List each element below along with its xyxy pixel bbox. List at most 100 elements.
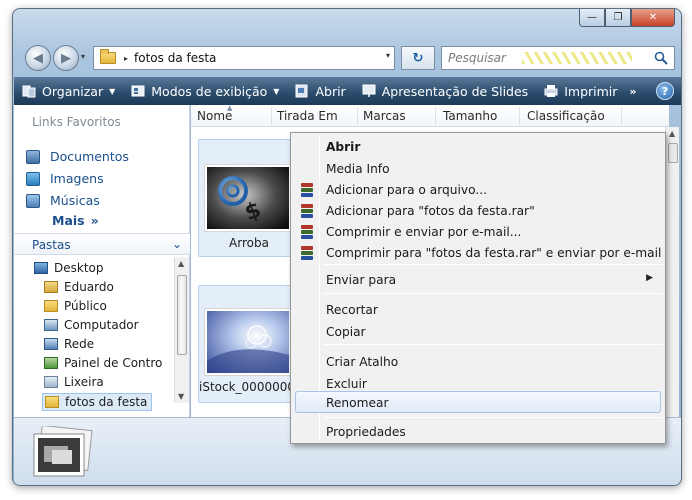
context-item-label: Copiar [326, 325, 366, 339]
organize-button[interactable]: Organizar ▼ [14, 77, 123, 105]
refresh-button[interactable]: ↻ [401, 46, 435, 70]
address-bar[interactable]: ▸ fotos da festa ▾ [93, 46, 395, 70]
chevron-down-icon: ▼ [109, 86, 116, 96]
breadcrumb-chevron-icon[interactable]: ▸ [124, 54, 128, 63]
forward-button[interactable]: ▶ [53, 45, 79, 71]
slideshow-button[interactable]: Apresentação de Slides [354, 77, 537, 105]
scroll-up-icon[interactable]: ▲ [178, 259, 184, 268]
chevron-down-icon: ⌄ [171, 237, 182, 251]
file-thumbnail [204, 308, 292, 376]
tree-item-eduardo[interactable]: Eduardo [44, 280, 114, 294]
open-icon [295, 84, 308, 98]
context-item-label: Adicionar para "fotos da festa.rar" [326, 204, 535, 218]
chevron-down-icon: ▼ [273, 86, 280, 96]
context-item-rename[interactable]: Renomear [295, 391, 661, 413]
print-button[interactable]: Imprimir [536, 77, 625, 105]
tree-item-desktop[interactable]: Desktop [34, 261, 104, 275]
scroll-up-icon[interactable]: ▲ [669, 129, 675, 138]
file-tile[interactable]: $ Arroba [198, 139, 300, 257]
help-icon[interactable]: ? [656, 82, 674, 100]
tree-item-label: fotos da festa [65, 395, 148, 409]
winrar-icon [299, 182, 315, 198]
sort-ascending-icon: ▲ [227, 104, 233, 112]
context-item-open[interactable]: Abrir [293, 136, 663, 158]
back-arrow-icon: ◀ [33, 50, 43, 66]
close-button[interactable]: ✕ [631, 9, 675, 27]
context-item-cut[interactable]: Recortar [293, 299, 663, 321]
search-input[interactable]: Pesquisar [441, 46, 675, 70]
context-item-add-to-archive[interactable]: Adicionar para o arquivo... [293, 179, 663, 201]
context-item-properties[interactable]: Propriedades [293, 421, 663, 443]
address-path[interactable]: fotos da festa [134, 51, 216, 65]
winrar-icon [299, 245, 315, 261]
pictures-icon [26, 171, 40, 186]
tree-item-control-panel[interactable]: Painel de Contro [44, 356, 162, 370]
context-item-create-shortcut[interactable]: Criar Atalho [293, 351, 663, 373]
printer-icon [544, 85, 558, 97]
address-row: ◀ ▶ ▾ ▸ fotos da festa ▾ ↻ Pesquisar [21, 43, 675, 71]
recent-pages-dropdown[interactable]: ▾ [81, 52, 85, 61]
caption-buttons: — ❐ ✕ [579, 9, 675, 27]
favorites-title: Links Favoritos [32, 115, 121, 129]
context-item-label: Abrir [326, 140, 361, 154]
context-item-label: Enviar para [326, 273, 397, 287]
tree-item-fotos-da-festa[interactable]: fotos da festa [42, 393, 153, 411]
slideshow-label: Apresentação de Slides [381, 83, 529, 99]
file-tile[interactable]: iStock_00000009... [198, 285, 314, 403]
minimize-button[interactable]: — [579, 9, 605, 27]
address-dropdown-icon[interactable]: ▾ [386, 51, 390, 60]
favorite-link-pictures[interactable]: Imagens [26, 171, 104, 186]
favorite-link-documents[interactable]: Documentos [26, 149, 129, 164]
views-icon [131, 85, 145, 97]
more-favorites-link[interactable]: Mais » [52, 213, 99, 228]
scrollbar-thumb[interactable] [668, 143, 678, 163]
abstract-blue-photo [207, 311, 289, 373]
favorite-link-music[interactable]: Músicas [26, 193, 100, 208]
computer-icon [44, 319, 58, 331]
search-placeholder: Pesquisar [448, 51, 506, 65]
context-item-copy[interactable]: Copiar [293, 321, 663, 343]
forward-arrow-icon: ▶ [61, 50, 71, 66]
column-header-size[interactable]: Tamanho [443, 109, 497, 123]
column-header-date-taken[interactable]: Tirada Em [277, 109, 338, 123]
context-item-media-info[interactable]: Media Info [293, 158, 663, 180]
navigation-pane: Links Favoritos Documentos Imagens Músic… [14, 105, 190, 417]
more-commands-button[interactable]: » [629, 85, 636, 98]
maximize-button[interactable]: ❐ [605, 9, 631, 27]
folder-icon [100, 49, 116, 64]
tree-item-network[interactable]: Rede [44, 337, 94, 351]
search-decoration [522, 52, 632, 64]
back-button[interactable]: ◀ [25, 45, 51, 71]
context-item-add-to-rar[interactable]: Adicionar para "fotos da festa.rar" [293, 200, 663, 222]
file-thumbnail: $ [204, 164, 292, 232]
tree-item-computer[interactable]: Computador [44, 318, 139, 332]
tree-item-public[interactable]: Público [44, 299, 107, 313]
tree-item-recycle-bin[interactable]: Lixeira [44, 375, 104, 389]
organize-icon [22, 85, 36, 98]
tree-item-label: Rede [64, 337, 95, 351]
context-item-send-to[interactable]: Enviar para ▶ [293, 269, 663, 291]
file-list-scrollbar[interactable]: ▲ [665, 127, 679, 417]
context-item-compress-email[interactable]: Comprimir e enviar por e-mail... [293, 221, 663, 243]
column-header-tags[interactable]: Marcas [363, 109, 406, 123]
search-icon[interactable] [654, 51, 668, 65]
context-item-compress-rar-email[interactable]: Comprimir para "fotos da festa.rar" e en… [293, 242, 663, 264]
open-button[interactable]: Abrir [287, 77, 353, 105]
command-bar: Organizar ▼ Modos de exibição ▼ Abrir Apre… [14, 77, 681, 105]
folder-icon [44, 300, 58, 312]
folder-icon [45, 396, 59, 408]
desktop-icon [34, 262, 48, 274]
views-button[interactable]: Modos de exibição ▼ [123, 77, 287, 105]
views-label: Modos de exibição [151, 83, 268, 99]
music-icon [26, 193, 40, 208]
folder-tree-scrollbar[interactable]: ▲ ▼ [174, 257, 189, 403]
scroll-down-icon[interactable]: ▼ [178, 392, 184, 401]
scrollbar-thumb[interactable] [177, 275, 187, 355]
context-item-label: Propriedades [326, 425, 406, 439]
context-item-label: Criar Atalho [326, 355, 399, 369]
context-item-label: Media Info [326, 162, 390, 176]
column-header-rating[interactable]: Classificação [527, 109, 605, 123]
control-panel-icon [44, 357, 58, 369]
open-label: Abrir [315, 83, 346, 99]
folders-header[interactable]: Pastas ⌄ [14, 233, 190, 255]
